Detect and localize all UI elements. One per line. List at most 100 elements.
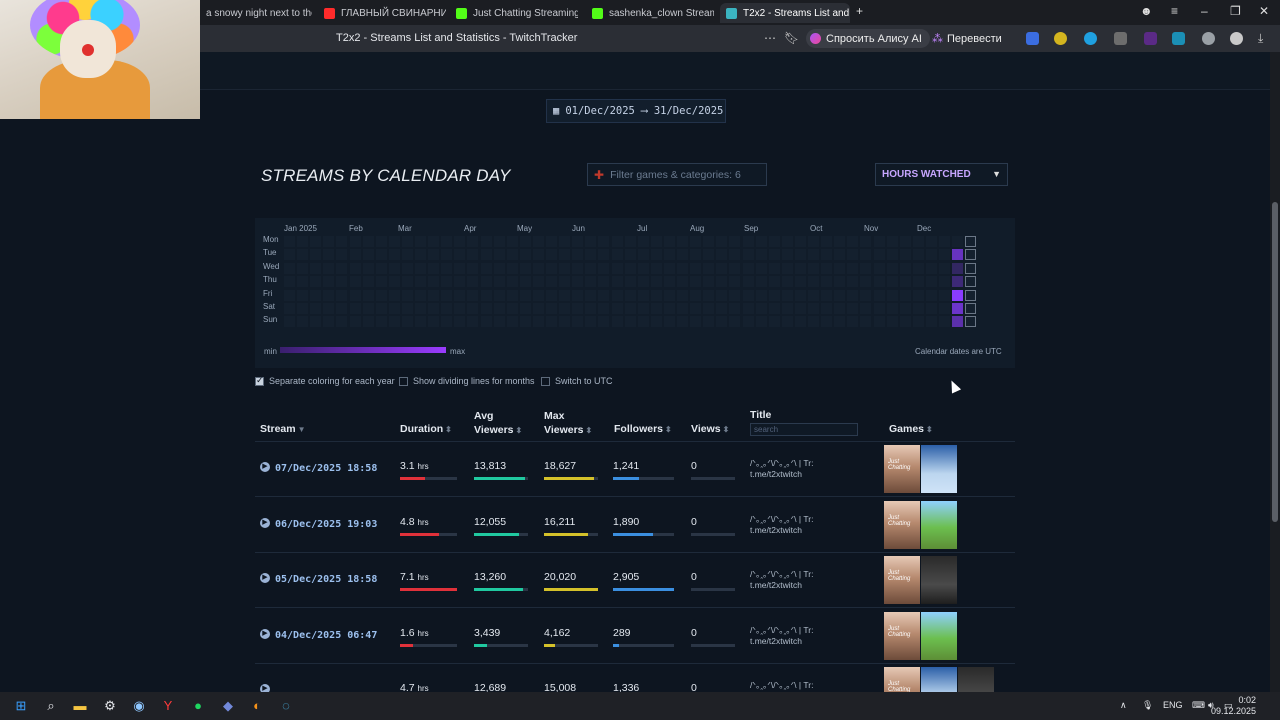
day-cell[interactable] [388,276,400,288]
day-cell[interactable] [703,289,715,301]
day-cell[interactable] [428,316,440,328]
day-cell[interactable] [939,303,950,314]
day-cell[interactable] [467,262,479,274]
day-cell[interactable] [650,303,662,314]
day-cell[interactable] [532,289,544,301]
day-cell[interactable] [546,276,557,288]
day-cell[interactable] [912,303,924,314]
day-cell[interactable] [506,262,518,274]
settings-icon[interactable]: ⚙ [102,698,118,714]
day-cell[interactable] [310,316,322,328]
day-cell[interactable] [585,289,597,301]
day-cell[interactable] [690,276,702,288]
day-cell[interactable] [768,236,780,247]
day-cell[interactable] [519,249,531,261]
day-cell[interactable] [755,262,767,274]
day-cell[interactable] [650,249,662,261]
day-cell[interactable] [637,249,649,261]
day-cell[interactable] [768,249,780,261]
day-cell[interactable] [939,262,950,274]
day-cell[interactable] [349,249,361,261]
day-cell[interactable] [401,316,413,328]
day-cell[interactable] [428,262,440,274]
day-cell[interactable] [873,249,885,261]
day-cell[interactable] [677,303,688,314]
day-cell[interactable] [768,303,780,314]
page-title[interactable]: T2x2 - Streams List and Statistics - Twi… [336,32,577,44]
day-cell[interactable] [821,276,833,288]
day-cell-active[interactable] [952,262,964,274]
day-cell[interactable] [467,316,479,328]
day-cell[interactable] [690,303,702,314]
download-icon[interactable]: ⤓ [1258,31,1263,46]
game-thumbnail[interactable] [921,556,957,604]
day-cell[interactable] [310,262,322,274]
day-cell[interactable] [952,236,964,247]
translate-button[interactable]: ⁂ Перевести [926,29,1008,48]
table-row[interactable]: ▶ 07/Dec/2025 18:58 3.1 hrs 13,813 18,62… [255,442,1015,497]
day-cell[interactable] [808,276,819,288]
day-cell[interactable] [362,276,374,288]
stream-date[interactable]: 05/Dec/2025 18:58 [275,574,377,585]
day-cell[interactable] [742,289,754,301]
day-cell[interactable] [441,289,453,301]
day-cell[interactable] [428,289,440,301]
day-cell[interactable] [729,316,741,328]
system-clock[interactable]: 0:02 09.12.2025 [1211,695,1256,717]
day-cell[interactable] [323,303,335,314]
day-cell[interactable] [493,303,505,314]
search-icon[interactable]: ⌕ [43,698,59,714]
day-cell[interactable] [480,236,492,247]
day-cell[interactable] [467,303,479,314]
day-cell[interactable] [362,289,374,301]
day-cell[interactable] [349,303,361,314]
expand-row-icon[interactable]: ▶ [260,462,270,472]
day-cell[interactable] [847,303,859,314]
extension-icon[interactable] [1084,32,1097,45]
ask-alisa-button[interactable]: Спросить Алису AI [806,29,930,48]
day-cell[interactable] [519,236,531,247]
day-cell[interactable] [598,276,610,288]
day-cell[interactable] [559,262,571,274]
day-cell[interactable] [677,316,688,328]
day-cell[interactable] [703,249,715,261]
day-cell[interactable] [559,289,571,301]
browser-tab-2[interactable]: ГЛАВНЫЙ СВИНАРНИК [318,3,446,23]
day-cell[interactable] [480,289,492,301]
day-cell[interactable] [742,249,754,261]
day-cell[interactable] [925,316,937,328]
day-cell[interactable] [572,249,584,261]
day-cell[interactable] [821,236,833,247]
day-cell[interactable] [677,276,688,288]
day-cell-active[interactable] [952,276,964,288]
day-cell[interactable] [336,262,348,274]
day-cell[interactable] [637,276,649,288]
day-cell[interactable] [677,262,688,274]
day-cell[interactable] [336,289,348,301]
day-cell[interactable] [375,236,387,247]
checkbox-unchecked[interactable] [541,376,550,386]
day-cell[interactable] [297,249,309,261]
day-cell[interactable] [428,236,440,247]
option-separate-coloring[interactable]: Separate coloring for each year [255,375,395,386]
day-cell[interactable] [310,236,322,247]
day-cell[interactable] [284,262,295,274]
day-cell[interactable] [284,289,295,301]
day-cell[interactable] [441,316,453,328]
day-cell[interactable] [415,276,426,288]
day-cell[interactable] [899,249,911,261]
header-views[interactable]: Views ⬍ [691,423,729,435]
day-cell[interactable] [873,316,885,328]
expand-row-icon[interactable]: ▶ [260,573,270,583]
game-thumbnail[interactable] [921,500,957,549]
day-cell[interactable] [821,249,833,261]
day-cell[interactable] [297,276,309,288]
day-cell[interactable] [808,262,819,274]
extension-icon[interactable] [1054,32,1067,45]
day-cell-active[interactable] [952,316,964,328]
day-cell[interactable] [794,249,806,261]
day-cell[interactable] [637,289,649,301]
day-cell[interactable] [650,289,662,301]
day-cell[interactable] [454,276,466,288]
day-cell[interactable] [480,316,492,328]
